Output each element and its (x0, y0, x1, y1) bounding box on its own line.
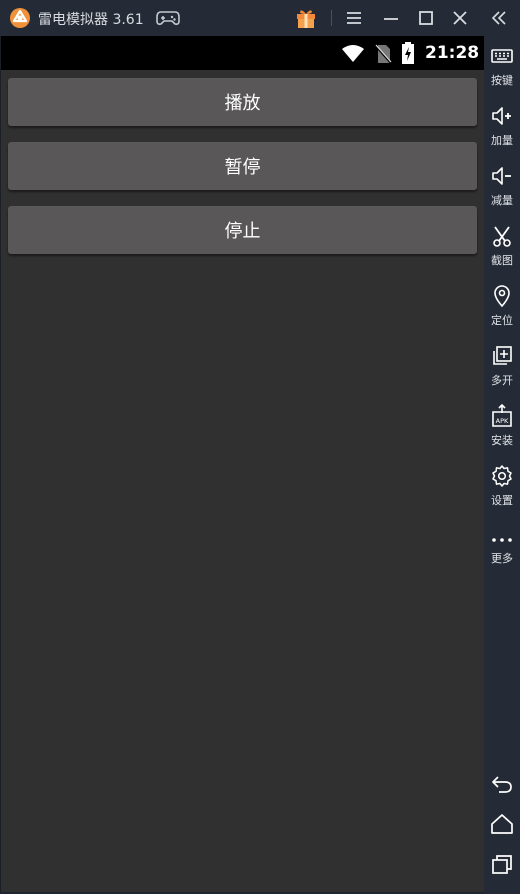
maximize-icon[interactable] (414, 6, 438, 30)
keyboard-icon (491, 49, 513, 63)
stop-button[interactable]: 停止 (8, 206, 477, 254)
sidebar-item-install-apk[interactable]: APK 安装 (484, 400, 520, 456)
wifi-icon (342, 45, 364, 62)
sidebar-item-label: 更多 (491, 552, 513, 565)
status-time: 21:28 (425, 43, 480, 63)
minimize-icon[interactable] (379, 6, 403, 30)
no-sim-icon (374, 44, 392, 64)
collapse-sidebar-icon[interactable] (487, 6, 511, 30)
sidebar-item-label: 安装 (491, 434, 513, 447)
sidebar-item-label: 减量 (491, 194, 513, 207)
pause-button[interactable]: 暂停 (8, 142, 477, 190)
sidebar-item-more[interactable]: 更多 (484, 520, 520, 576)
sidebar-item-label: 按键 (491, 74, 513, 87)
volume-up-icon (492, 107, 511, 125)
sidebar-item-label: 设置 (491, 494, 513, 507)
close-icon[interactable] (448, 6, 472, 30)
play-button[interactable]: 播放 (8, 78, 477, 126)
battery-charging-icon (402, 42, 414, 64)
sidebar-item-volume-down[interactable]: 减量 (484, 160, 520, 216)
sidebar-item-label: 多开 (491, 374, 513, 387)
sidebar-item-volume-up[interactable]: 加量 (484, 100, 520, 156)
apk-install-icon: APK (492, 404, 512, 427)
volume-down-icon (492, 167, 511, 185)
recent-apps-icon[interactable] (490, 852, 514, 876)
sidebar-item-label: 加量 (491, 134, 513, 147)
android-status-bar: 21:28 (1, 36, 484, 70)
emulator-sidebar: 按键 加量 减量 截图 定位 多开 APK 安装 设置 更多 (484, 36, 520, 894)
menu-icon[interactable] (342, 6, 366, 30)
back-icon[interactable] (490, 772, 514, 796)
location-pin-icon (494, 285, 510, 308)
sidebar-item-settings[interactable]: 设置 (484, 460, 520, 516)
gamepad-icon[interactable] (155, 8, 181, 28)
home-icon[interactable] (490, 812, 514, 836)
more-dots-icon (492, 538, 512, 542)
scissors-icon (493, 226, 511, 247)
sidebar-item-label: 定位 (491, 314, 513, 327)
sidebar-item-keymapping[interactable]: 按键 (484, 40, 520, 96)
svg-text:APK: APK (496, 417, 509, 425)
app-title: 雷电模拟器 3.61 (38, 12, 144, 28)
gift-icon[interactable] (295, 7, 317, 29)
sidebar-item-multi-instance[interactable]: 多开 (484, 340, 520, 396)
sidebar-item-screenshot[interactable]: 截图 (484, 220, 520, 276)
sidebar-item-location[interactable]: 定位 (484, 280, 520, 336)
gear-icon (492, 465, 512, 487)
ldplayer-logo-icon (10, 8, 30, 28)
multi-instance-icon (493, 346, 512, 365)
window-titlebar: 雷电模拟器 3.61 (0, 0, 520, 36)
android-screen: 21:28 播放 暂停 停止 (0, 36, 484, 892)
sidebar-item-label: 截图 (491, 254, 513, 267)
titlebar-divider (331, 10, 332, 26)
